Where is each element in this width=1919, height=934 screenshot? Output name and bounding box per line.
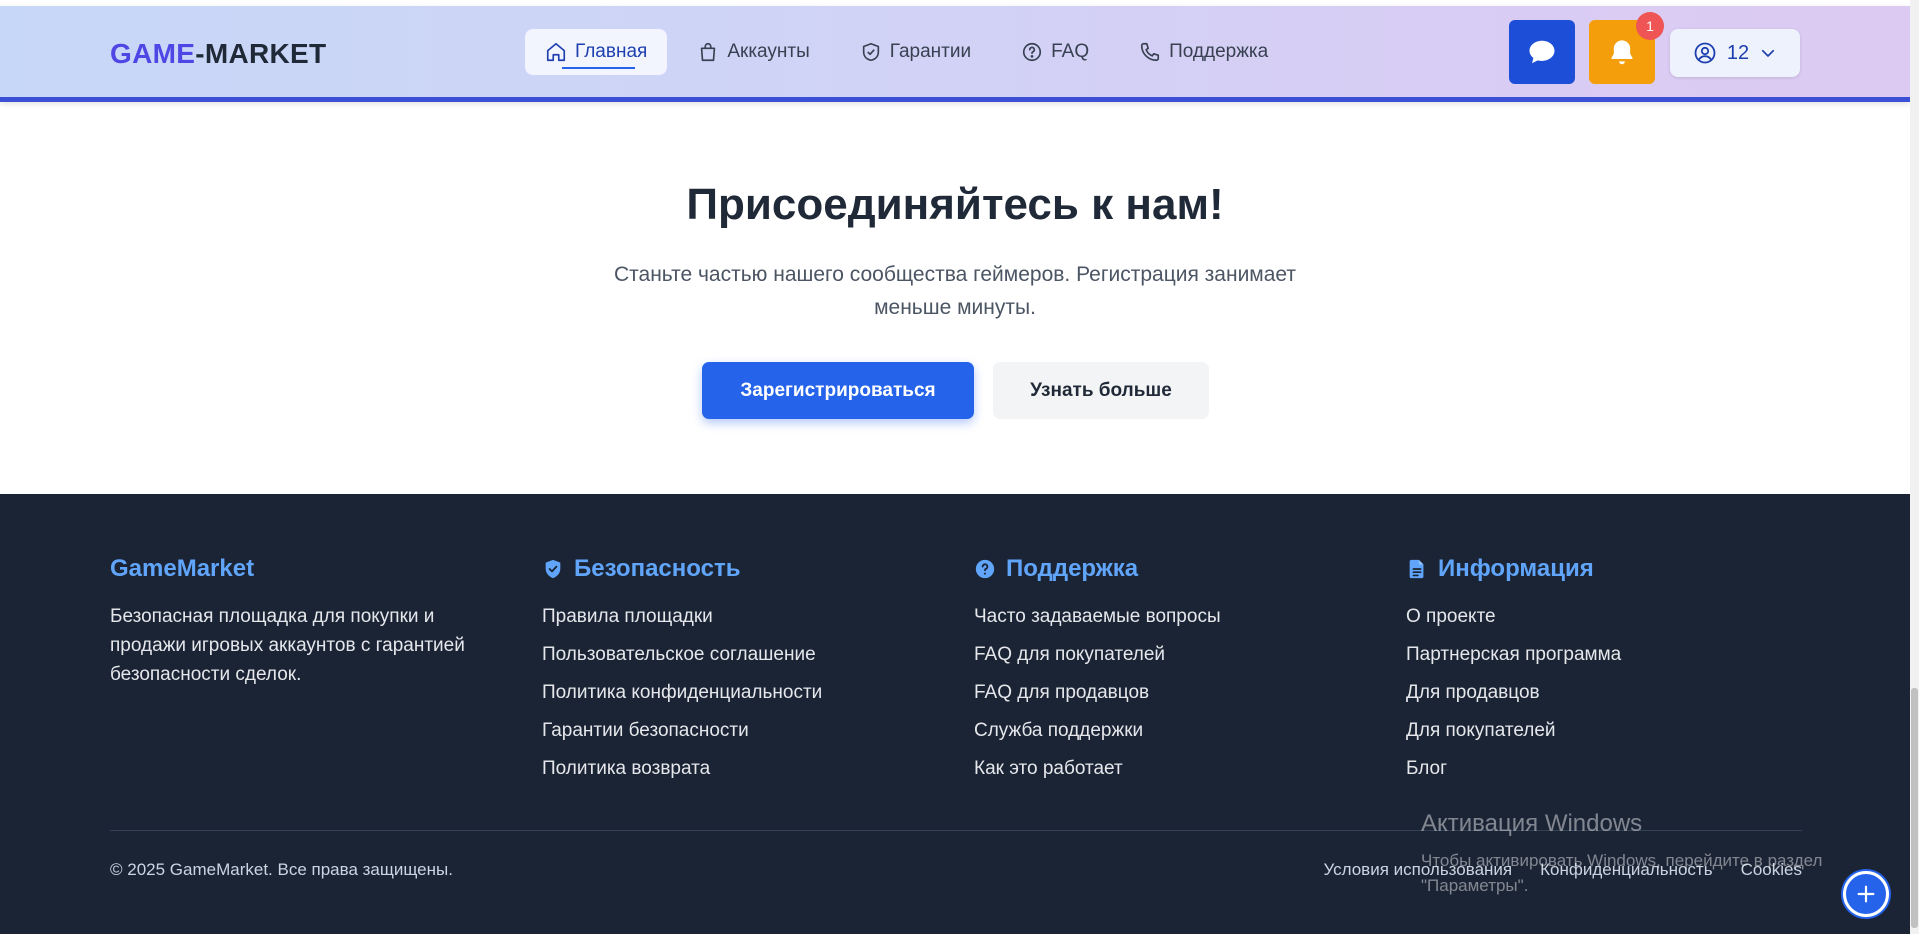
- nav-item-support[interactable]: Поддержка: [1119, 29, 1288, 75]
- footer-brand-title[interactable]: GameMarket: [110, 554, 510, 584]
- footer-brand-column: GameMarket Безопасная площадка для покуп…: [110, 554, 510, 689]
- logo-part-game: GAME: [110, 38, 196, 69]
- footer-link[interactable]: Гарантии безопасности: [542, 716, 822, 754]
- footer-column-heading: Поддержка: [974, 554, 1221, 584]
- site-logo[interactable]: GAME-MARKET: [110, 38, 326, 70]
- logo-part-market: -MARKET: [195, 38, 327, 69]
- footer-info-column: Информация О проекте Партнерская програм…: [1406, 554, 1621, 792]
- windows-activation-watermark: Активация Windows Чтобы активировать Win…: [1421, 810, 1861, 898]
- footer-link[interactable]: Пользовательское соглашение: [542, 640, 822, 678]
- footer-column-title: Информация: [1438, 555, 1594, 582]
- footer-link[interactable]: Часто задаваемые вопросы: [974, 602, 1221, 640]
- nav-item-label: Аккаунты: [727, 41, 810, 62]
- nav-item-guarantees[interactable]: Гарантии: [840, 29, 991, 75]
- footer-column-title: Поддержка: [1006, 555, 1139, 582]
- page-scrollbar[interactable]: [1910, 0, 1919, 934]
- main-nav: Главная Аккаунты Гарантии FAQ Поддержка: [525, 29, 1288, 75]
- user-menu-label: 12: [1726, 41, 1750, 64]
- nav-item-accounts[interactable]: Аккаунты: [677, 29, 829, 75]
- floating-add-button[interactable]: [1843, 871, 1889, 917]
- footer-column-heading: Безопасность: [542, 554, 822, 584]
- footer-column-title: Безопасность: [574, 555, 741, 582]
- nav-item-home[interactable]: Главная: [525, 29, 668, 75]
- learn-more-button[interactable]: Узнать больше: [993, 362, 1209, 419]
- shield-icon: [545, 559, 561, 579]
- footer-link[interactable]: Служба поддержки: [974, 716, 1221, 754]
- footer-brand-description: Безопасная площадка для покупки и продаж…: [110, 606, 465, 685]
- cta-description: Станьте частью нашего сообщества геймеро…: [613, 263, 1297, 319]
- phone-icon: [1141, 42, 1160, 62]
- bell-icon: [1611, 40, 1633, 65]
- nav-item-label: Поддержка: [1169, 41, 1269, 62]
- footer-link-list: Часто задаваемые вопросы FAQ для покупат…: [974, 602, 1221, 792]
- nav-item-label: Гарантии: [889, 41, 972, 62]
- chat-button[interactable]: [1509, 20, 1575, 84]
- user-circle-icon: [1694, 42, 1716, 64]
- notification-count-badge: 1: [1636, 12, 1664, 40]
- chevron-down-icon: [1762, 49, 1775, 57]
- footer-link[interactable]: Для продавцов: [1406, 678, 1621, 716]
- footer-link[interactable]: Политика конфиденциальности: [542, 678, 822, 716]
- footer-link[interactable]: Как это работает: [974, 754, 1221, 792]
- home-icon: [546, 42, 566, 62]
- footer-support-column: Поддержка Часто задаваемые вопросы FAQ д…: [974, 554, 1221, 792]
- footer-link-list: Правила площадки Пользовательское соглаш…: [542, 602, 822, 792]
- bag-icon: [701, 42, 716, 62]
- user-menu-button[interactable]: 12: [1670, 29, 1800, 77]
- footer-link[interactable]: FAQ для продавцов: [974, 678, 1221, 716]
- chat-bubble-icon: [1529, 40, 1555, 64]
- register-button[interactable]: Зарегистрироваться: [702, 362, 974, 419]
- notifications-button[interactable]: 1: [1589, 12, 1664, 84]
- watermark-text: Чтобы активировать Windows, перейдите в …: [1421, 851, 1823, 895]
- shield-check-icon: [862, 42, 879, 62]
- document-icon: [1409, 559, 1424, 579]
- cta-title: Присоединяйтесь к нам!: [686, 180, 1224, 229]
- footer-link[interactable]: Партнерская программа: [1406, 640, 1621, 678]
- question-circle-icon: [975, 559, 995, 579]
- footer-link[interactable]: Для покупателей: [1406, 716, 1621, 754]
- watermark-title: Активация Windows: [1421, 810, 1643, 837]
- footer-link[interactable]: Политика возврата: [542, 754, 822, 792]
- footer-link[interactable]: О проекте: [1406, 602, 1621, 640]
- nav-item-label: Главная: [575, 41, 648, 62]
- footer-security-column: Безопасность Правила площадки Пользовате…: [542, 554, 822, 792]
- top-navbar: GAME-MARKET Главная Аккаунты Гарантии FA…: [0, 6, 1910, 102]
- footer-link[interactable]: Блог: [1406, 754, 1621, 792]
- copyright-text: © 2025 GameMarket. Все права защищены.: [110, 860, 453, 879]
- footer-link[interactable]: Правила площадки: [542, 602, 822, 640]
- nav-item-label: FAQ: [1051, 41, 1090, 62]
- footer-link-list: О проекте Партнерская программа Для прод…: [1406, 602, 1621, 792]
- scrollbar-thumb[interactable]: [1911, 688, 1918, 928]
- footer-column-heading: Информация: [1406, 554, 1621, 584]
- question-circle-icon: [1023, 42, 1042, 62]
- nav-item-faq[interactable]: FAQ: [1001, 29, 1109, 75]
- plus-icon: [1857, 885, 1875, 903]
- footer-link[interactable]: FAQ для покупателей: [974, 640, 1221, 678]
